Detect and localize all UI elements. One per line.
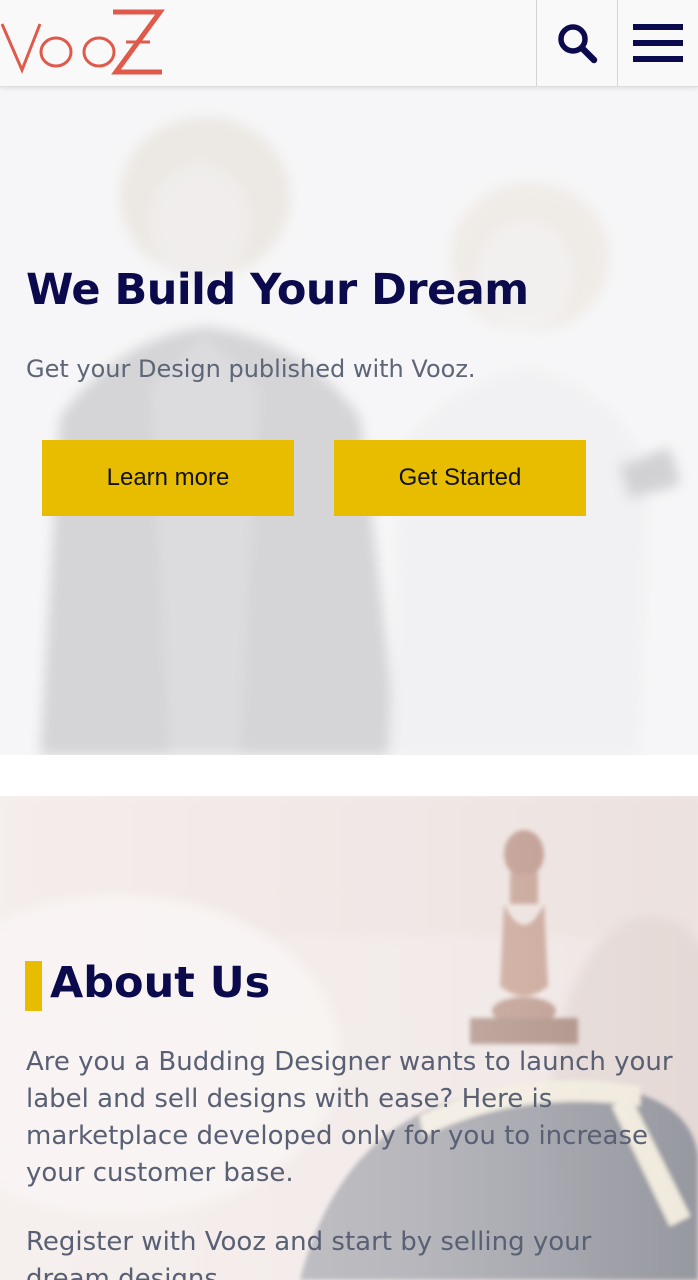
- search-icon: [558, 24, 598, 64]
- about-paragraph-2: Register with Vooz and start by selling …: [26, 1227, 592, 1280]
- hamburger-menu-icon: [633, 24, 683, 62]
- section-spacer: [0, 755, 698, 796]
- hero-title: We Build Your Dream: [26, 265, 529, 315]
- about-paragraph-1: Are you a Budding Designer wants to laun…: [26, 1047, 673, 1188]
- site-header: [0, 0, 698, 87]
- about-section: About Us Are you a Budding Designer want…: [0, 796, 698, 1280]
- learn-more-button[interactable]: Learn more: [42, 440, 294, 516]
- heading-accent-bar: [25, 961, 42, 1011]
- about-overlay: [0, 796, 698, 1280]
- get-started-button[interactable]: Get Started: [334, 440, 586, 516]
- hero-overlay: [0, 87, 698, 755]
- hero-subtitle: Get your Design published with Vooz.: [26, 355, 476, 383]
- vooz-logo[interactable]: [0, 6, 170, 78]
- menu-button[interactable]: [617, 0, 698, 86]
- vooz-logo-icon: [0, 9, 165, 75]
- about-title: About Us: [50, 958, 271, 1008]
- search-button[interactable]: [536, 0, 617, 86]
- hero-section: We Build Your Dream Get your Design publ…: [0, 87, 698, 755]
